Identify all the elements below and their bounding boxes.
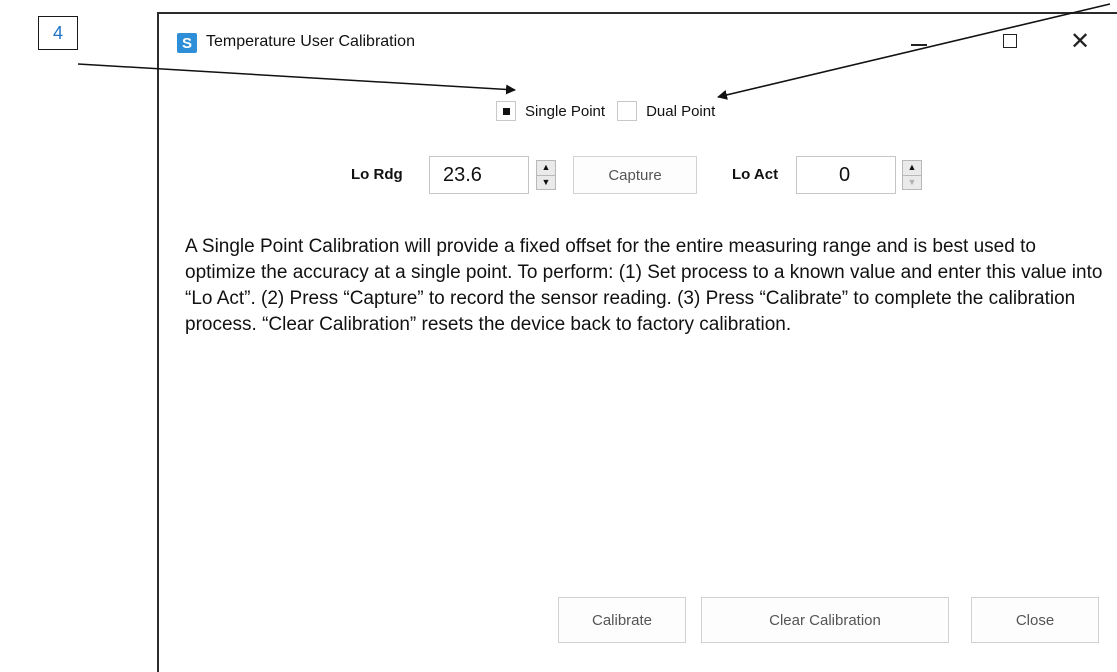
callout-number-box: 4 bbox=[38, 16, 78, 50]
close-button[interactable]: Close bbox=[971, 597, 1099, 643]
single-point-checkbox[interactable] bbox=[496, 101, 516, 121]
lo-rdg-label: Lo Rdg bbox=[351, 166, 403, 183]
title-bar: S Temperature User Calibration ✕ bbox=[159, 14, 1117, 72]
maximize-icon bbox=[1003, 34, 1017, 48]
window-close-button[interactable]: ✕ bbox=[1057, 20, 1103, 62]
close-icon: ✕ bbox=[1069, 27, 1091, 55]
dual-point-label: Dual Point bbox=[646, 102, 716, 120]
window-title: Temperature User Calibration bbox=[206, 33, 415, 50]
lo-rdg-field[interactable]: 23.6 bbox=[429, 156, 529, 194]
calibrate-button[interactable]: Calibrate bbox=[558, 597, 686, 643]
spin-down-icon[interactable]: ▼ bbox=[537, 174, 555, 190]
callout-number: 4 bbox=[52, 22, 63, 43]
capture-button[interactable]: Capture bbox=[573, 156, 697, 194]
minimize-icon bbox=[911, 44, 927, 46]
minimize-button[interactable] bbox=[896, 20, 942, 62]
lo-rdg-spinner[interactable]: ▲ ▼ bbox=[536, 160, 556, 190]
calibration-dialog: S Temperature User Calibration ✕ Single … bbox=[157, 12, 1117, 672]
lo-act-label: Lo Act bbox=[732, 166, 779, 183]
dual-point-checkbox[interactable] bbox=[617, 101, 638, 121]
spin-up-icon[interactable]: ▲ bbox=[537, 161, 555, 175]
lo-act-field[interactable]: 0 bbox=[796, 156, 896, 194]
calibration-mode-selector: Single Point Dual Point bbox=[496, 101, 727, 121]
spin-up-icon[interactable]: ▲ bbox=[903, 161, 921, 175]
clear-calibration-button[interactable]: Clear Calibration bbox=[701, 597, 949, 643]
lo-act-spinner[interactable]: ▲ ▼ bbox=[902, 160, 922, 190]
maximize-button[interactable] bbox=[987, 20, 1033, 62]
checked-indicator-icon bbox=[502, 107, 510, 115]
spin-down-icon[interactable]: ▼ bbox=[903, 174, 921, 190]
calibration-instructions: A Single Point Calibration will provide … bbox=[185, 236, 1103, 335]
single-point-label: Single Point bbox=[525, 102, 606, 120]
reading-row: Lo Rdg 23.6 ▲ ▼ Capture Lo Act 0 ▲ ▼ bbox=[159, 154, 1117, 198]
app-logo-icon: S bbox=[177, 33, 197, 53]
